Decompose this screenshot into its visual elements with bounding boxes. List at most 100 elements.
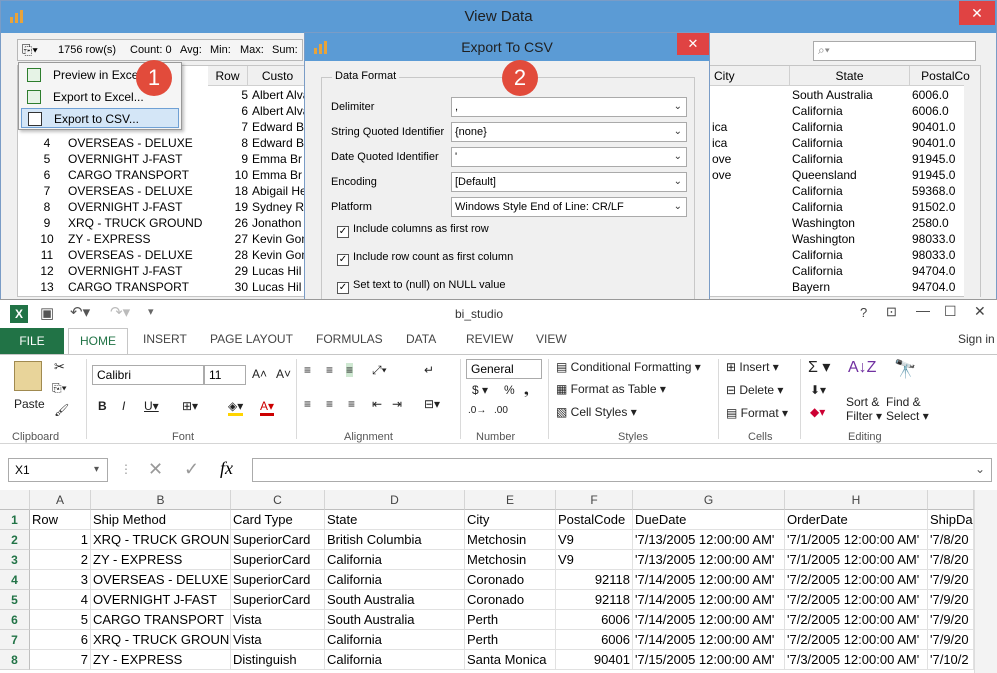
- column-header[interactable]: E: [465, 490, 556, 510]
- postal-cell[interactable]: 90401.0: [912, 135, 966, 151]
- percent-icon[interactable]: %: [504, 383, 515, 397]
- city-cell[interactable]: [712, 199, 788, 215]
- data-cell[interactable]: 6006: [556, 610, 633, 630]
- data-cell[interactable]: 1: [30, 530, 91, 550]
- data-cell[interactable]: SuperiorCard: [231, 550, 325, 570]
- increase-font-icon[interactable]: A˄: [252, 367, 267, 381]
- ribbon-display-icon[interactable]: ⊡: [886, 304, 897, 320]
- postal-cell[interactable]: 91945.0: [912, 167, 966, 183]
- row-number[interactable]: 9: [32, 215, 62, 231]
- row-number[interactable]: 8: [32, 199, 62, 215]
- field-label[interactable]: Encoding: [331, 176, 377, 188]
- name-box[interactable]: X1: [8, 458, 108, 482]
- row-cell[interactable]: 6: [208, 103, 248, 119]
- state-cell[interactable]: Queensland: [792, 167, 908, 183]
- data-cell[interactable]: California: [325, 550, 465, 570]
- customer-cell[interactable]: Jonathon: [252, 215, 304, 231]
- row-cell[interactable]: 26: [208, 215, 248, 231]
- header-cell[interactable]: ShipDa: [928, 510, 974, 530]
- postal-cell[interactable]: 6006.0: [912, 103, 966, 119]
- row-cell[interactable]: 27: [208, 231, 248, 247]
- column-header[interactable]: Row: [208, 66, 248, 86]
- data-cell[interactable]: California: [325, 650, 465, 670]
- state-cell[interactable]: California: [792, 151, 908, 167]
- column-header[interactable]: D: [325, 490, 465, 510]
- customer-cell[interactable]: Kevin Gon: [252, 231, 304, 247]
- ship-method-cell[interactable]: CARGO TRANSPORT: [68, 167, 206, 183]
- postal-cell[interactable]: 94704.0: [912, 279, 966, 295]
- insert-function-icon[interactable]: fx: [220, 458, 233, 479]
- field-label[interactable]: Date Quoted Identifier: [331, 151, 439, 163]
- find-select-label[interactable]: Find & Select ▾: [886, 395, 929, 423]
- cut-icon[interactable]: ✂: [54, 359, 65, 375]
- data-cell[interactable]: Perth: [465, 610, 556, 630]
- clear-icon[interactable]: ◆▾: [810, 405, 825, 419]
- data-cell[interactable]: XRQ - TRUCK GROUND: [91, 530, 231, 550]
- row-header[interactable]: 3: [0, 550, 30, 570]
- save-icon[interactable]: ▣: [40, 304, 54, 322]
- customer-cell[interactable]: Edward Br: [252, 119, 304, 135]
- row-number[interactable]: 13: [32, 279, 62, 295]
- city-cell[interactable]: [712, 183, 788, 199]
- increase-indent-icon[interactable]: ⇥: [392, 397, 402, 411]
- tab-home[interactable]: HOME: [68, 328, 128, 354]
- header-cell[interactable]: PostalCode: [556, 510, 633, 530]
- row-cell[interactable]: 29: [208, 263, 248, 279]
- row-cell[interactable]: 18: [208, 183, 248, 199]
- checkbox[interactable]: ✓ Set text to (null) on NULL value: [337, 279, 505, 294]
- number-format-select[interactable]: General: [466, 359, 542, 379]
- postal-cell[interactable]: 59368.0: [912, 183, 966, 199]
- row-header[interactable]: 7: [0, 630, 30, 650]
- sort-filter-icon[interactable]: A↓Z: [848, 359, 876, 377]
- increase-decimal-icon[interactable]: .0→: [468, 405, 486, 416]
- data-cell[interactable]: 5: [30, 610, 91, 630]
- city-cell[interactable]: ica: [712, 119, 788, 135]
- data-cell[interactable]: '7/10/2: [928, 650, 974, 670]
- sort-filter-label[interactable]: Sort & Filter ▾: [846, 395, 882, 423]
- data-cell[interactable]: ZY - EXPRESS: [91, 650, 231, 670]
- data-cell[interactable]: '7/1/2005 12:00:00 AM': [785, 550, 928, 570]
- data-cell[interactable]: Distinguish: [231, 650, 325, 670]
- data-cell[interactable]: '7/9/20: [928, 590, 974, 610]
- row-cell[interactable]: 8: [208, 135, 248, 151]
- row-number[interactable]: 12: [32, 263, 62, 279]
- orientation-icon[interactable]: ⤢▾: [372, 363, 387, 378]
- row-cell[interactable]: 5: [208, 87, 248, 103]
- field-select[interactable]: ' ⌄: [451, 147, 687, 167]
- font-color-icon[interactable]: A▾: [260, 399, 275, 416]
- worksheet[interactable]: A B C D E F G H 1 Row Ship Method Card Type State Cit…: [0, 490, 997, 673]
- help-icon[interactable]: ?: [860, 305, 867, 320]
- row-cell[interactable]: 7: [208, 119, 248, 135]
- tab-formulas[interactable]: FORMULAS: [316, 332, 383, 346]
- state-cell[interactable]: South Australia: [792, 87, 908, 103]
- state-cell[interactable]: Washington: [792, 215, 908, 231]
- data-cell[interactable]: California: [325, 630, 465, 650]
- minimize-icon[interactable]: —: [916, 302, 930, 318]
- state-cell[interactable]: California: [792, 183, 908, 199]
- tab-view[interactable]: VIEW: [536, 332, 567, 346]
- data-cell[interactable]: 6006: [556, 630, 633, 650]
- customize-qat-icon[interactable]: ▾: [148, 305, 154, 318]
- postal-cell[interactable]: 98033.0: [912, 247, 966, 263]
- data-cell[interactable]: '7/2/2005 12:00:00 AM': [785, 590, 928, 610]
- align-center-icon[interactable]: ≡: [326, 397, 333, 411]
- find-select-icon[interactable]: 🔭: [894, 359, 916, 380]
- data-cell[interactable]: 4: [30, 590, 91, 610]
- row-header[interactable]: 6: [0, 610, 30, 630]
- ship-method-cell[interactable]: ZY - EXPRESS: [68, 231, 206, 247]
- ship-method-cell[interactable]: OVERSEAS - DELUXE: [68, 183, 206, 199]
- align-right-icon[interactable]: ≡: [348, 397, 355, 411]
- field-label[interactable]: Platform: [331, 201, 372, 213]
- state-cell[interactable]: California: [792, 199, 908, 215]
- field-select[interactable]: {none} ⌄: [451, 122, 687, 142]
- data-cell[interactable]: South Australia: [325, 610, 465, 630]
- ship-method-cell[interactable]: OVERSEAS - DELUXE: [68, 247, 206, 263]
- postal-cell[interactable]: 98033.0: [912, 231, 966, 247]
- row-number[interactable]: 4: [32, 135, 62, 151]
- row-header[interactable]: 2: [0, 530, 30, 550]
- undo-icon[interactable]: ↶▾: [70, 303, 90, 321]
- column-header[interactable]: G: [633, 490, 785, 510]
- state-cell[interactable]: California: [792, 103, 908, 119]
- field-select[interactable]: [Default] ⌄: [451, 172, 687, 192]
- customer-cell[interactable]: Lucas Hil: [252, 263, 304, 279]
